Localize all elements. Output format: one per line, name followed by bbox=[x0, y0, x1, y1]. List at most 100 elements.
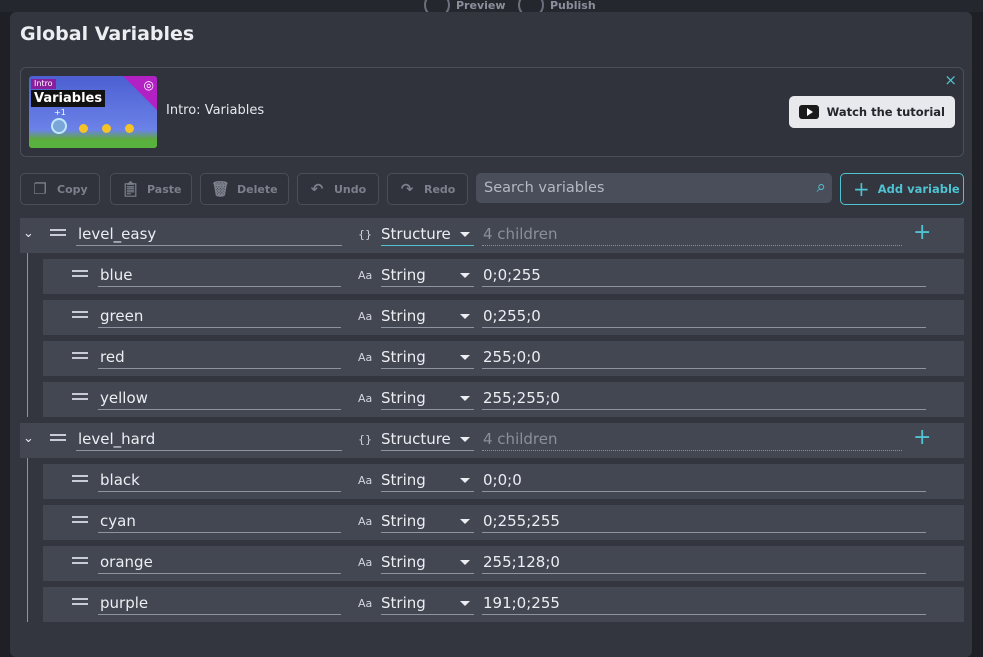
variable-type-select[interactable]: String bbox=[381, 593, 474, 615]
variable-type-label: Structure bbox=[381, 430, 451, 448]
variable-value-field[interactable]: 255;255;0 bbox=[482, 388, 926, 410]
caret-down-icon bbox=[460, 437, 470, 442]
variable-type-label: String bbox=[381, 307, 426, 325]
chevron-down-icon[interactable]: ⌄ bbox=[23, 226, 34, 241]
variable-row-blue[interactable]: blue Aa String 0;0;255 bbox=[43, 259, 964, 294]
variable-value-field[interactable]: 255;0;0 bbox=[482, 347, 926, 369]
add-child-icon[interactable]: + bbox=[913, 425, 931, 450]
drag-handle-icon[interactable] bbox=[72, 516, 88, 523]
close-icon[interactable]: × bbox=[944, 71, 957, 89]
string-type-icon: Aa bbox=[358, 556, 373, 569]
children-summary: 4 children bbox=[482, 429, 902, 451]
redo-icon: ↷ bbox=[400, 180, 414, 198]
global-variables-dialog: Global Variables ◎ Intro Variables +1 In… bbox=[10, 12, 972, 657]
drag-handle-icon[interactable] bbox=[72, 393, 88, 400]
undo-label: Undo bbox=[334, 182, 367, 196]
coin-icon bbox=[125, 124, 134, 133]
dialog-title: Global Variables bbox=[20, 23, 195, 45]
variable-name-field[interactable]: orange bbox=[98, 552, 341, 574]
variable-type-select[interactable]: String bbox=[381, 470, 474, 492]
drag-handle-icon[interactable] bbox=[50, 434, 66, 441]
undo-button[interactable]: ↶ Undo bbox=[297, 173, 379, 205]
variable-type-select[interactable]: String bbox=[381, 552, 474, 574]
undo-icon: ↶ bbox=[310, 180, 324, 198]
caret-down-icon bbox=[460, 519, 470, 524]
copy-icon: ❐ bbox=[33, 180, 47, 198]
add-child-icon[interactable]: + bbox=[913, 220, 931, 245]
variable-value-field[interactable]: 191;0;255 bbox=[482, 593, 926, 615]
variable-row-black[interactable]: black Aa String 0;0;0 bbox=[43, 464, 964, 499]
chevron-down-icon[interactable]: ⌄ bbox=[23, 431, 34, 446]
tree-guide-line bbox=[27, 253, 28, 417]
variable-type-select[interactable]: Structure bbox=[381, 429, 474, 451]
variable-name-field[interactable]: blue bbox=[98, 265, 341, 287]
variable-name-field[interactable]: black bbox=[98, 470, 341, 492]
copy-button[interactable]: ❐ Copy bbox=[20, 173, 100, 205]
variable-row-purple[interactable]: purple Aa String 191;0;255 bbox=[43, 587, 964, 622]
variable-name-field[interactable]: purple bbox=[98, 593, 341, 615]
variable-value-field[interactable]: 0;255;255 bbox=[482, 511, 926, 533]
paste-icon: 📋︎ bbox=[121, 180, 141, 198]
youtube-icon bbox=[798, 105, 819, 119]
variable-name-field[interactable]: level_easy bbox=[76, 224, 342, 246]
character-icon bbox=[51, 118, 67, 134]
variable-row-orange[interactable]: orange Aa String 255;128;0 bbox=[43, 546, 964, 581]
drag-handle-icon[interactable] bbox=[72, 557, 88, 564]
variable-value-field[interactable]: 0;0;255 bbox=[482, 265, 926, 287]
tree-guide-line bbox=[27, 458, 28, 622]
trash-icon: 🗑︎ bbox=[211, 180, 231, 198]
caret-down-icon bbox=[460, 560, 470, 565]
search-box: ⌕ bbox=[476, 173, 832, 203]
variable-name-field[interactable]: yellow bbox=[98, 388, 341, 410]
drag-handle-icon[interactable] bbox=[72, 352, 88, 359]
variable-type-label: String bbox=[381, 471, 426, 489]
drag-handle-icon[interactable] bbox=[72, 270, 88, 277]
caret-down-icon bbox=[460, 396, 470, 401]
coin-icon bbox=[102, 124, 111, 133]
redo-button[interactable]: ↷ Redo bbox=[387, 173, 468, 205]
drag-handle-icon[interactable] bbox=[72, 475, 88, 482]
drag-handle-icon[interactable] bbox=[50, 229, 66, 236]
paste-button[interactable]: 📋︎ Paste bbox=[110, 173, 192, 205]
variable-name-field[interactable]: green bbox=[98, 306, 341, 328]
variable-type-select[interactable]: Structure bbox=[381, 224, 474, 246]
variable-name-field[interactable]: cyan bbox=[98, 511, 341, 533]
string-type-icon: Aa bbox=[358, 597, 373, 610]
variable-type-label: Structure bbox=[381, 225, 451, 243]
variable-type-select[interactable]: String bbox=[381, 511, 474, 533]
variable-row-green[interactable]: green Aa String 0;255;0 bbox=[43, 300, 964, 335]
caret-down-icon bbox=[460, 601, 470, 606]
string-type-icon: Aa bbox=[358, 351, 373, 364]
variable-row-level-easy[interactable]: ⌄ level_easy {} Structure 4 children + bbox=[20, 218, 964, 253]
variable-row-cyan[interactable]: cyan Aa String 0;255;255 bbox=[43, 505, 964, 540]
preview-label: Preview bbox=[456, 0, 506, 12]
drag-handle-icon[interactable] bbox=[72, 311, 88, 318]
string-type-icon: Aa bbox=[358, 515, 373, 528]
variable-type-label: String bbox=[381, 348, 426, 366]
tutorial-label: Intro: Variables bbox=[166, 103, 265, 118]
thumbnail-title: Variables bbox=[31, 90, 106, 107]
variable-type-select[interactable]: String bbox=[381, 265, 474, 287]
delete-button[interactable]: 🗑︎ Delete bbox=[200, 173, 289, 205]
variables-toolbar: ❐ Copy 📋︎ Paste 🗑︎ Delete ↶ Undo ↷ Redo … bbox=[20, 173, 964, 205]
string-type-icon: Aa bbox=[358, 269, 373, 282]
variable-name-field[interactable]: red bbox=[98, 347, 341, 369]
watch-tutorial-label: Watch the tutorial bbox=[826, 105, 945, 119]
add-variable-button[interactable]: + Add variable bbox=[840, 173, 964, 205]
variable-row-yellow[interactable]: yellow Aa String 255;255;0 bbox=[43, 382, 964, 417]
tutorial-thumbnail[interactable]: ◎ Intro Variables +1 bbox=[29, 76, 157, 148]
variable-type-select[interactable]: String bbox=[381, 388, 474, 410]
variable-row-red[interactable]: red Aa String 255;0;0 bbox=[43, 341, 964, 376]
search-icon[interactable]: ⌕ bbox=[816, 177, 826, 197]
watch-tutorial-button[interactable]: Watch the tutorial bbox=[788, 96, 955, 128]
caret-down-icon bbox=[460, 355, 470, 360]
variable-type-select[interactable]: String bbox=[381, 306, 474, 328]
variable-value-field[interactable]: 0;0;0 bbox=[482, 470, 926, 492]
search-input[interactable] bbox=[476, 173, 796, 203]
variable-type-select[interactable]: String bbox=[381, 347, 474, 369]
drag-handle-icon[interactable] bbox=[72, 598, 88, 605]
variable-value-field[interactable]: 255;128;0 bbox=[482, 552, 926, 574]
variable-name-field[interactable]: level_hard bbox=[76, 429, 342, 451]
variable-row-level-hard[interactable]: ⌄ level_hard {} Structure 4 children + bbox=[20, 423, 964, 458]
variable-value-field[interactable]: 0;255;0 bbox=[482, 306, 926, 328]
